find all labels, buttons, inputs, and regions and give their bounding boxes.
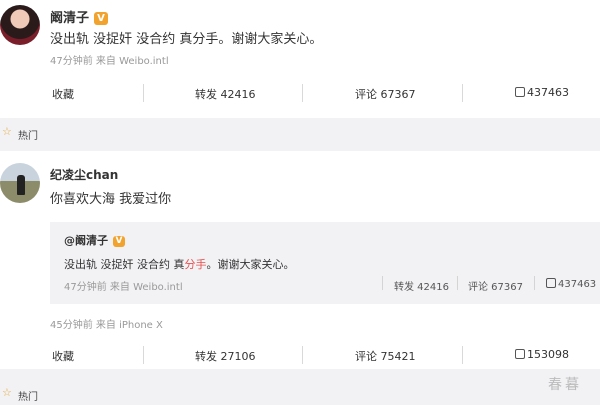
like-button[interactable]: 437463 [515, 86, 569, 99]
post-text: 你喜欢大海 我爱过你 [50, 192, 172, 207]
hot-section-header: ☆ 热门 [0, 383, 600, 405]
action-bar: 收藏 转发 42416 评论 67367 437463 [0, 78, 600, 108]
reposted-content[interactable]: @阚清子 V 没出轨 没捉奸 没合约 真分手。谢谢大家关心。 47分钟前 来自 W… [50, 222, 600, 304]
comment-button[interactable]: 评论 75421 [355, 348, 416, 364]
hot-section-header: ☆ 热门 [0, 122, 600, 144]
divider [462, 346, 463, 364]
divider [302, 84, 303, 102]
divider [534, 276, 535, 290]
star-icon: ☆ [2, 125, 12, 138]
post-meta: 45分钟前 来自 iPhone X [50, 320, 163, 331]
verified-badge-icon: V [94, 12, 109, 25]
repost-button[interactable]: 转发 27106 [195, 348, 256, 364]
like-button[interactable]: 153098 [515, 348, 569, 361]
divider [462, 84, 463, 102]
divider [382, 276, 383, 290]
repost-meta: 47分钟前 来自 Weibo.intl [64, 282, 183, 293]
divider [143, 346, 144, 364]
post-text: 没出轨 没捉奸 没合约 真分手。谢谢大家关心。 [50, 32, 323, 47]
repost-comment-button[interactable]: 评论 67367 [468, 278, 523, 293]
repost-username[interactable]: @阚清子 V [64, 232, 125, 248]
avatar[interactable] [0, 5, 40, 45]
divider [457, 276, 458, 290]
comment-button[interactable]: 评论 67367 [355, 86, 416, 102]
watermark: 春暮 [548, 377, 582, 393]
verified-badge-icon: V [113, 236, 125, 247]
username[interactable]: 阚清子 V [50, 7, 109, 26]
avatar[interactable] [0, 163, 40, 203]
repost-text: 没出轨 没捉奸 没合约 真分手。谢谢大家关心。 [64, 258, 295, 271]
thumbs-up-icon [546, 278, 556, 288]
hot-label: 热门 [18, 131, 38, 142]
star-icon: ☆ [2, 386, 12, 399]
hot-label: 热门 [18, 392, 38, 403]
repost-like-button[interactable]: 437463 [546, 278, 596, 290]
collect-button[interactable]: 收藏 [52, 348, 74, 364]
action-bar: 收藏 转发 27106 评论 75421 153098 [0, 340, 600, 370]
divider [143, 84, 144, 102]
divider [302, 346, 303, 364]
post-meta: 47分钟前 来自 Weibo.intl [50, 56, 169, 67]
thumbs-up-icon [515, 87, 525, 97]
thumbs-up-icon [515, 349, 525, 359]
avatar-figure [17, 175, 25, 195]
collect-button[interactable]: 收藏 [52, 86, 74, 102]
repost-button[interactable]: 转发 42416 [195, 86, 256, 102]
highlighted-text: 分手 [184, 258, 207, 271]
username[interactable]: 纪凌尘chan [50, 166, 118, 183]
post-card: 阚清子 V 没出轨 没捉奸 没合约 真分手。谢谢大家关心。 47分钟前 来自 We… [0, 0, 600, 118]
repost-repost-button[interactable]: 转发 42416 [394, 278, 449, 293]
